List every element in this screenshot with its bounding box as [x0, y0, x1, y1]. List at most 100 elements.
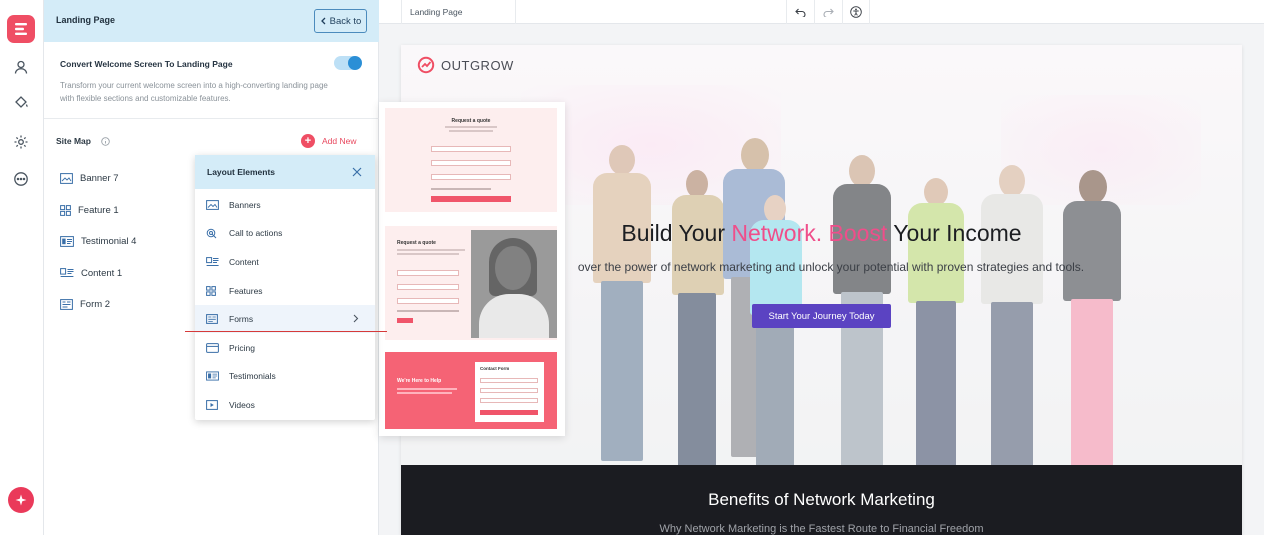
template-text-line [397, 249, 465, 251]
benefits-section[interactable]: Benefits of Network Marketing Why Networ… [401, 465, 1242, 535]
sitemap-item-label: Testimonial 4 [81, 235, 137, 247]
layout-item-features[interactable]: Features [195, 277, 375, 305]
accessibility-button[interactable] [842, 0, 870, 24]
panel-header: Landing Page Back to [44, 0, 379, 42]
add-new-button[interactable]: + Add New [301, 134, 357, 148]
template-field [431, 174, 511, 180]
form-template-card[interactable]: Request a quote [385, 226, 557, 340]
form-icon [206, 314, 218, 324]
tab-landing-page[interactable]: Landing Page [401, 0, 516, 24]
layout-elements-dropdown: Layout Elements Banners Call to actions … [195, 155, 375, 420]
layout-item-label: Features [229, 286, 263, 296]
template-title: Contact Form [480, 366, 510, 371]
layout-item-label: Videos [229, 400, 255, 410]
template-field [397, 270, 459, 276]
layout-item-label: Call to actions [229, 228, 283, 238]
testimonial-icon [206, 371, 219, 381]
template-field [480, 398, 538, 403]
content-icon [60, 267, 74, 277]
convert-toggle[interactable] [334, 56, 362, 70]
chevron-left-icon [320, 17, 326, 25]
redo-icon [823, 8, 834, 17]
icon-rail [0, 0, 44, 535]
feature-grid-icon [206, 286, 216, 296]
sitemap-item-label: Form 2 [80, 298, 111, 310]
template-text-line [397, 392, 452, 394]
dropdown-header: Layout Elements [195, 155, 375, 189]
outgrow-logo-icon [417, 56, 435, 74]
app-logo-icon[interactable] [7, 15, 35, 43]
benefits-subtitle: Why Network Marketing is the Fastest Rou… [659, 523, 984, 535]
form-template-card[interactable]: We're Here to Help Contact Form [385, 352, 557, 429]
template-text-line [431, 188, 491, 190]
panel-title: Landing Page [56, 15, 116, 25]
sitemap-item-feature[interactable]: Feature 1 [60, 203, 119, 217]
template-field [480, 388, 538, 393]
template-text-line [445, 126, 497, 128]
dropdown-title: Layout Elements [207, 167, 276, 177]
benefits-title: Benefits of Network Marketing [708, 490, 935, 509]
layout-item-content[interactable]: Content [195, 248, 375, 276]
hero-title-highlight: Network. Boost [731, 220, 888, 246]
chevron-right-icon [353, 314, 359, 323]
sitemap-item-label: Banner 7 [80, 172, 119, 184]
template-field [431, 146, 511, 152]
layout-item-banners[interactable]: Banners [195, 191, 375, 219]
call-to-action-icon [206, 228, 217, 238]
close-icon[interactable] [352, 167, 362, 177]
ai-sparkle-icon[interactable] [8, 487, 34, 513]
drop-indicator-line [185, 331, 387, 332]
sitemap-item-banner[interactable]: Banner 7 [60, 171, 119, 185]
pricing-card-icon [206, 343, 219, 353]
hero-title-part: Your Income [887, 220, 1022, 246]
template-submit [397, 318, 413, 323]
convert-description: Transform your current welcome screen in… [60, 81, 328, 103]
plus-icon: + [301, 134, 315, 148]
template-heading: We're Here to Help [397, 378, 442, 384]
template-field [397, 284, 459, 290]
template-field [480, 378, 538, 383]
layout-item-label: Banners [229, 200, 261, 210]
logo-text: OUTGROW [441, 57, 514, 73]
more-options-icon[interactable] [7, 165, 35, 193]
template-text-line [397, 310, 459, 312]
divider [44, 118, 379, 119]
sitemap-item-form[interactable]: Form 2 [60, 297, 110, 311]
template-field [397, 298, 459, 304]
template-text-line [449, 130, 493, 132]
layout-item-label: Pricing [229, 343, 255, 353]
layout-item-pricing[interactable]: Pricing [195, 334, 375, 362]
hero-cta-button[interactable]: Start Your Journey Today [752, 304, 891, 328]
redo-button[interactable] [814, 0, 842, 24]
template-title: Request a quote [451, 118, 491, 124]
back-to-button[interactable]: Back to [314, 9, 367, 33]
undo-icon [795, 8, 806, 17]
template-title: Request a quote [397, 240, 436, 246]
settings-gear-icon[interactable] [7, 128, 35, 156]
layout-item-call-to-actions[interactable]: Call to actions [195, 219, 375, 247]
template-form-box: Contact Form [475, 362, 544, 422]
sitemap-item-content[interactable]: Content 1 [60, 266, 122, 280]
template-photo [471, 230, 557, 338]
form-icon [60, 298, 73, 310]
layout-item-testimonials[interactable]: Testimonials [195, 362, 375, 390]
user-icon[interactable] [7, 53, 35, 81]
form-templates-flyout: Request a quote Request a quote We're He… [379, 102, 565, 436]
undo-button[interactable] [786, 0, 814, 24]
form-template-card[interactable]: Request a quote [385, 108, 557, 212]
template-field [431, 160, 511, 166]
layout-item-label: Testimonials [229, 371, 276, 381]
layout-item-forms[interactable]: Forms [195, 305, 375, 333]
info-icon[interactable] [101, 137, 110, 146]
paint-bucket-icon[interactable] [7, 88, 35, 116]
sitemap-item-label: Content 1 [81, 267, 123, 279]
layout-item-label: Content [229, 257, 259, 267]
hero-subtitle[interactable]: over the power of network marketing and … [551, 259, 1111, 276]
hero-title-part: Build Your [621, 220, 732, 246]
sitemap-item-testimonial[interactable]: Testimonial 4 [60, 234, 136, 248]
content-icon [206, 257, 219, 266]
back-to-label: Back to [329, 15, 362, 27]
layout-item-videos[interactable]: Videos [195, 391, 375, 419]
convert-title: Convert Welcome Screen To Landing Page [60, 59, 233, 69]
layout-item-label: Forms [229, 314, 254, 324]
